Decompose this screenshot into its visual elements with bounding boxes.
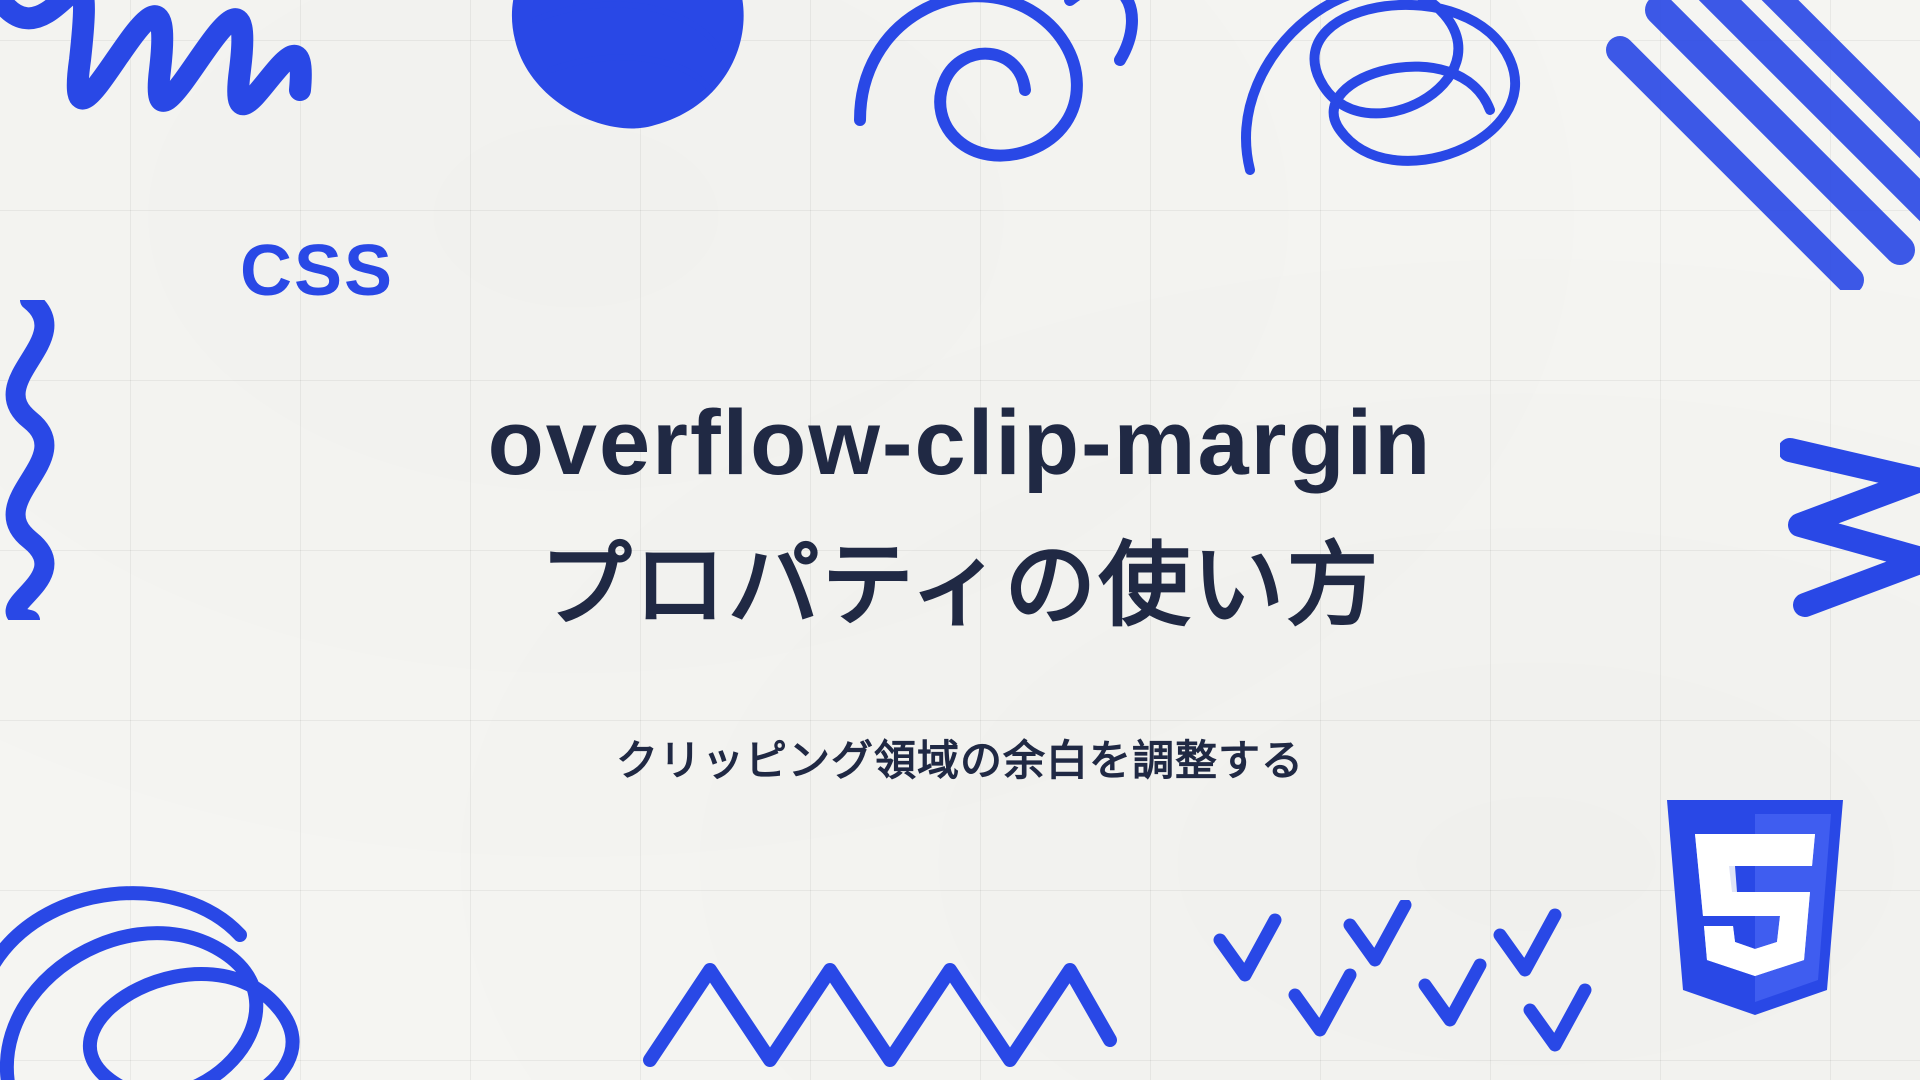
content-area: CSS overflow-clip-margin プロパティの使い方 クリッピン… bbox=[0, 0, 1920, 1080]
category-label: CSS bbox=[240, 230, 394, 312]
title-line-2: プロパティの使い方 bbox=[540, 535, 1380, 637]
page-title: overflow-clip-margin プロパティの使い方 bbox=[488, 372, 1433, 657]
title-line-1: overflow-clip-margin bbox=[488, 392, 1433, 494]
page-subtitle: クリッピング領域の余白を調整する bbox=[616, 727, 1304, 788]
